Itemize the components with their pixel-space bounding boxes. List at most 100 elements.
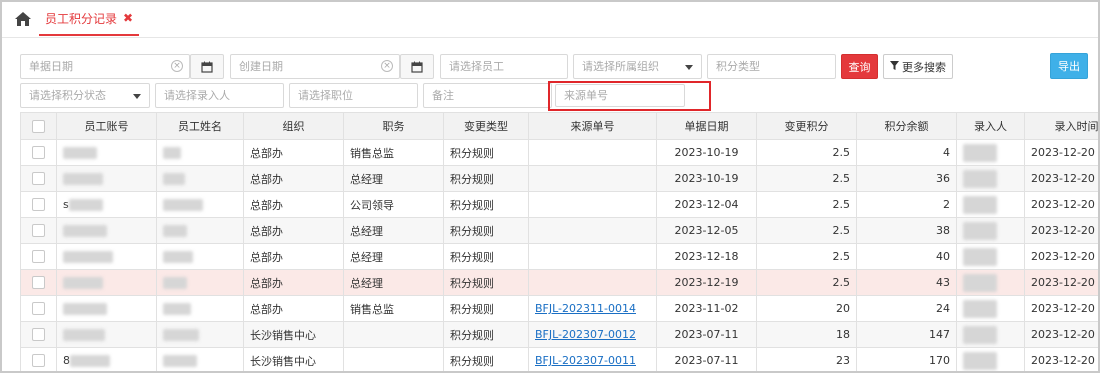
points-type-field[interactable] [707,54,836,79]
row-select-cell[interactable] [20,165,57,192]
row-checkbox[interactable] [32,198,45,212]
cell-source-no [528,269,657,296]
col-header-bill-date[interactable]: 单据日期 [656,112,757,140]
source-no-link[interactable]: BFJL-202307-0012 [535,328,636,341]
row-select-cell[interactable] [20,321,57,348]
table-row[interactable]: 总部办总经理积分规则 2023-12-192.543 2023-12-20 14:4… [20,269,1098,296]
table-row[interactable]: 总部办总经理积分规则 2023-12-182.540 2023-12-20 14:4… [20,243,1098,270]
more-search-button[interactable]: 更多搜索 [883,54,953,79]
col-header-entry-time[interactable]: 录入时间 [1024,112,1098,140]
tab-bar: 员工积分记录 ✖ [2,2,1098,38]
redacted-block [163,303,191,315]
points-type-input[interactable] [716,60,827,73]
row-select-cell[interactable] [20,217,57,244]
row-select-cell[interactable] [20,139,57,166]
table-row[interactable]: 总部办总经理积分规则 2023-10-192.536 2023-12-20 14:4… [20,165,1098,192]
cell-bill-date: 2023-07-11 [656,347,757,371]
col-header-source-no[interactable]: 来源单号 [528,112,657,140]
col-header-account[interactable]: 员工账号 [56,112,157,140]
row-select-cell[interactable] [20,295,57,322]
remark-field[interactable] [423,83,552,108]
source-no-link[interactable]: BFJL-202307-0011 [535,354,636,367]
search-button[interactable]: 查询 [841,54,878,79]
redacted-block [163,147,181,159]
cell-change-points: 2.5 [756,269,857,296]
redacted-block [63,173,103,185]
cell-change-points: 23 [756,347,857,371]
table-row[interactable]: 总部办总经理积分规则 2023-12-052.538 2023-12-20 14:4… [20,217,1098,244]
calendar-icon[interactable] [400,54,434,79]
row-select-cell[interactable] [20,347,57,371]
table-row[interactable]: 总部办销售总监积分规则 2023-10-192.54 2023-12-20 14:4… [20,139,1098,166]
clear-circle-icon[interactable]: × [381,60,393,72]
row-checkbox[interactable] [32,276,45,290]
cell-name [156,243,244,270]
col-header-title[interactable]: 职务 [343,112,444,140]
calendar-icon[interactable] [190,54,224,79]
cell-entry-time: 2023-12-20 14:43:10 [1024,217,1098,244]
employee-input[interactable] [449,60,559,73]
row-checkbox[interactable] [32,250,45,264]
position-field[interactable] [289,83,418,108]
cell-balance: 43 [856,269,957,296]
remark-input[interactable] [432,89,543,102]
redacted-block [163,251,193,263]
row-checkbox[interactable] [32,172,45,186]
row-checkbox[interactable] [32,224,45,238]
tab-employee-points-record[interactable]: 员工积分记录 ✖ [39,2,140,36]
row-checkbox[interactable] [32,354,45,368]
export-button[interactable]: 导出 [1050,53,1088,79]
cell-bill-date: 2023-07-11 [656,321,757,348]
cell-change-type: 积分规则 [443,139,529,166]
row-select-cell[interactable] [20,269,57,296]
cell-change-type: 积分规则 [443,191,529,218]
col-header-entry-person[interactable]: 录入人 [956,112,1025,140]
employee-field[interactable] [440,54,568,79]
cell-entry-time: 2023-12-20 14:43:10 [1024,191,1098,218]
redacted-block [68,199,103,211]
select-all-cell[interactable] [20,112,57,140]
table-row[interactable]: 总部办 销售总监 积分规则 BFJL-202311-0014 2023-11-02 20 2… [20,295,1098,322]
org-input[interactable] [582,60,693,73]
cell-change-type: 积分规则 [443,295,529,322]
source-no-link[interactable]: BFJL-202311-0014 [535,302,636,315]
select-all-checkbox[interactable] [32,119,45,133]
row-select-cell[interactable] [20,243,57,270]
redacted-block [163,355,197,367]
points-status-input[interactable] [29,89,141,102]
col-header-change-points[interactable]: 变更积分 [756,112,857,140]
col-header-name[interactable]: 员工姓名 [156,112,244,140]
row-checkbox[interactable] [32,328,45,342]
row-select-cell[interactable] [20,191,57,218]
cell-entry-time: 2023-12-20 14:43:10 [1024,139,1098,166]
org-select[interactable] [573,54,702,79]
home-icon[interactable] [14,11,32,27]
cell-entry-person [956,269,1025,296]
entry-person-field[interactable] [155,83,284,108]
row-checkbox[interactable] [32,146,45,160]
clear-circle-icon[interactable]: × [171,60,183,72]
row-checkbox[interactable] [32,302,45,316]
table-header-row: 员工账号 员工姓名 组织 职务 变更类型 来源单号 单据日期 变更积分 积分余额… [20,112,1098,140]
col-header-balance[interactable]: 积分余额 [856,112,957,140]
table-row[interactable]: 8 长沙销售中心 积分规则 BFJL-202307-0011 2023-07-11 23 1… [20,347,1098,371]
bill-date-input[interactable] [29,60,181,73]
redacted-block [963,273,997,292]
entry-person-input[interactable] [164,89,275,102]
bill-date-field[interactable]: × [20,54,190,79]
position-input[interactable] [298,89,409,102]
col-header-change-type[interactable]: 变更类型 [443,112,529,140]
redacted-block [963,325,997,344]
points-status-select[interactable] [20,83,150,108]
cell-change-points: 2.5 [756,217,857,244]
table-row[interactable]: s 总部办公司领导积分规则 2023-12-042.52 2023-12-20 14:… [20,191,1098,218]
create-date-field[interactable]: × [230,54,400,79]
cell-org: 长沙销售中心 [243,347,344,371]
cell-org: 总部办 [243,217,344,244]
table-row[interactable]: 长沙销售中心 积分规则 BFJL-202307-0012 2023-07-11 18 14… [20,321,1098,348]
cell-source-no: BFJL-202311-0014 [528,295,657,322]
create-date-input[interactable] [239,60,391,73]
close-icon[interactable]: ✖ [123,11,133,25]
col-header-org[interactable]: 组织 [243,112,344,140]
cell-title: 总经理 [343,217,444,244]
